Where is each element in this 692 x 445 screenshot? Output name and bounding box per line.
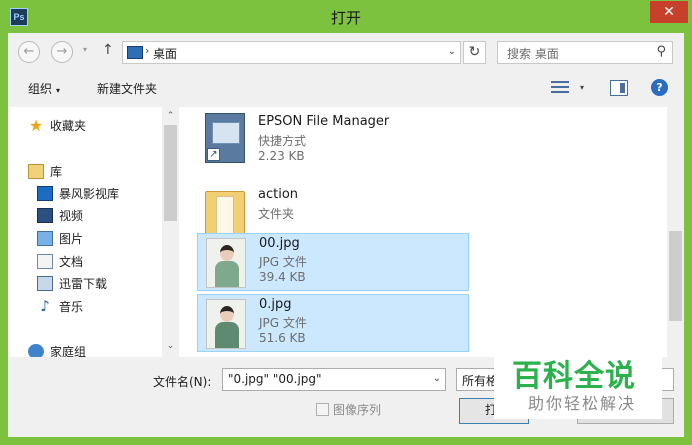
filename-label: 文件名(N):: [153, 375, 212, 389]
homegroup-icon: [28, 343, 44, 357]
filename-input[interactable]: "0.jpg" "00.jpg" ⌄: [222, 368, 446, 391]
file-name: EPSON File Manager: [258, 114, 390, 129]
nav-library-label: 库: [50, 164, 63, 179]
desktop-folder-icon: [127, 46, 143, 59]
file-item[interactable]: ↗ EPSON File Manager 快捷方式 2.23 KB: [197, 109, 469, 167]
scroll-thumb[interactable]: [669, 231, 682, 321]
file-size: 51.6 KB: [259, 331, 306, 345]
shortcut-arrow-icon: ↗: [207, 148, 220, 161]
nav-homegroup[interactable]: 家庭组: [28, 341, 86, 357]
organize-label: 组织: [28, 82, 53, 96]
address-bar[interactable]: › 桌面 ⌄: [122, 41, 461, 64]
search-input[interactable]: 搜索 桌面 ⚲: [497, 41, 673, 64]
thumbnail-figure-body: [215, 322, 239, 348]
nav-library-pictures[interactable]: 图片: [37, 228, 83, 248]
navigation-scrollbar[interactable]: ⌃ ⌄: [162, 107, 179, 357]
filename-value: "0.jpg" "00.jpg": [228, 372, 322, 386]
title-bar: Ps 打开 ✕: [0, 0, 692, 33]
watermark-logo: 百科全说 助你轻松解决: [494, 345, 662, 419]
file-size: 39.4 KB: [259, 270, 306, 284]
pictures-icon: [37, 230, 53, 246]
image-sequence-label: 图像序列: [333, 403, 382, 417]
documents-icon: [37, 253, 53, 269]
new-folder-button[interactable]: 新建文件夹: [97, 80, 157, 97]
thumbnail-figure-head: [220, 306, 234, 322]
image-thumbnail-icon: [206, 299, 246, 349]
nav-favorites[interactable]: ★ 收藏夹: [28, 115, 86, 135]
nav-library-storm[interactable]: 暴风影视库: [37, 183, 119, 203]
up-button[interactable]: ↑: [102, 42, 114, 58]
watermark-title: 百科全说: [512, 359, 636, 394]
file-item-selected[interactable]: 0.jpg JPG 文件 51.6 KB: [197, 294, 469, 352]
nav-item-label: 文档: [59, 254, 84, 269]
nav-item-label: 音乐: [59, 299, 84, 314]
nav-library-music[interactable]: ♪ 音乐: [37, 296, 83, 316]
nav-library[interactable]: 库: [28, 161, 62, 181]
file-name: action: [258, 187, 299, 202]
nav-library-documents[interactable]: 文档: [37, 251, 83, 271]
music-icon: ♪: [40, 296, 50, 315]
file-name: 0.jpg: [259, 297, 292, 312]
image-sequence-checkbox[interactable]: [316, 403, 329, 416]
nav-favorites-label: 收藏夹: [50, 118, 87, 133]
preview-pane-icon[interactable]: [610, 80, 628, 96]
file-list-scrollbar[interactable]: [667, 107, 684, 357]
search-icon[interactable]: ⚲: [656, 44, 666, 59]
open-file-dialog: Ps 打开 ✕ ← → ▾ ↑ › 桌面 ⌄ ↻ 搜索 桌面 ⚲ 组织 ▾ 新建文…: [0, 0, 692, 445]
nav-item-label: 暴风影视库: [59, 186, 120, 201]
back-button[interactable]: ←: [18, 41, 40, 63]
star-icon: ★: [28, 115, 44, 135]
library-icon: [28, 163, 44, 179]
nav-item-label: 迅雷下载: [59, 276, 108, 291]
nav-library-videos[interactable]: 视频: [37, 205, 83, 225]
file-list: ↗ EPSON File Manager 快捷方式 2.23 KB action…: [179, 107, 684, 357]
file-type: 文件夹: [258, 207, 295, 221]
thumbnail-figure-body: [215, 261, 239, 287]
file-name: 00.jpg: [259, 236, 300, 251]
close-button[interactable]: ✕: [650, 1, 688, 23]
file-type: 快捷方式: [258, 134, 307, 148]
scroll-thumb[interactable]: [164, 125, 177, 221]
chevron-down-icon: ▾: [56, 86, 61, 95]
organize-button[interactable]: 组织 ▾: [28, 80, 60, 97]
nav-library-thunder[interactable]: 迅雷下载: [37, 273, 107, 293]
view-options-icon[interactable]: [551, 80, 569, 96]
thumbnail-figure-head: [220, 245, 234, 261]
file-type: JPG 文件: [259, 255, 307, 269]
scroll-down-icon[interactable]: ⌄: [162, 341, 179, 351]
nav-item-label: 图片: [59, 231, 84, 246]
nav-item-label: 视频: [59, 208, 84, 223]
file-item-selected[interactable]: 00.jpg JPG 文件 39.4 KB: [197, 233, 469, 291]
image-thumbnail-icon: [206, 238, 246, 288]
storm-video-library-icon: [37, 185, 53, 201]
file-type: JPG 文件: [259, 316, 307, 330]
breadcrumb-desktop[interactable]: 桌面: [153, 45, 177, 62]
address-dropdown[interactable]: ⌄: [448, 46, 456, 57]
recent-locations-dropdown[interactable]: ▾: [83, 45, 87, 54]
file-size: 2.23 KB: [258, 149, 305, 163]
app-shortcut-icon: ↗: [205, 113, 245, 163]
forward-button[interactable]: →: [51, 41, 73, 63]
search-placeholder: 搜索 桌面: [507, 47, 559, 61]
breadcrumb-separator[interactable]: ›: [145, 44, 149, 57]
video-icon: [37, 207, 53, 223]
nav-homegroup-label: 家庭组: [50, 344, 87, 358]
dialog-title: 打开: [330, 9, 361, 27]
help-icon[interactable]: ?: [651, 79, 668, 96]
refresh-button[interactable]: ↻: [463, 41, 486, 64]
view-dropdown[interactable]: ▾: [580, 83, 584, 92]
filetype-value: 所有格: [462, 374, 499, 388]
download-icon: [37, 275, 53, 291]
scroll-up-icon[interactable]: ⌃: [162, 111, 179, 121]
chevron-down-icon[interactable]: ⌄: [433, 373, 441, 384]
watermark-subtitle: 助你轻松解决: [528, 394, 637, 413]
navigation-pane: ★ 收藏夹 库 暴风影视库 视频 图片 文档 迅雷下载 ♪ 音乐 家庭组: [8, 107, 178, 357]
